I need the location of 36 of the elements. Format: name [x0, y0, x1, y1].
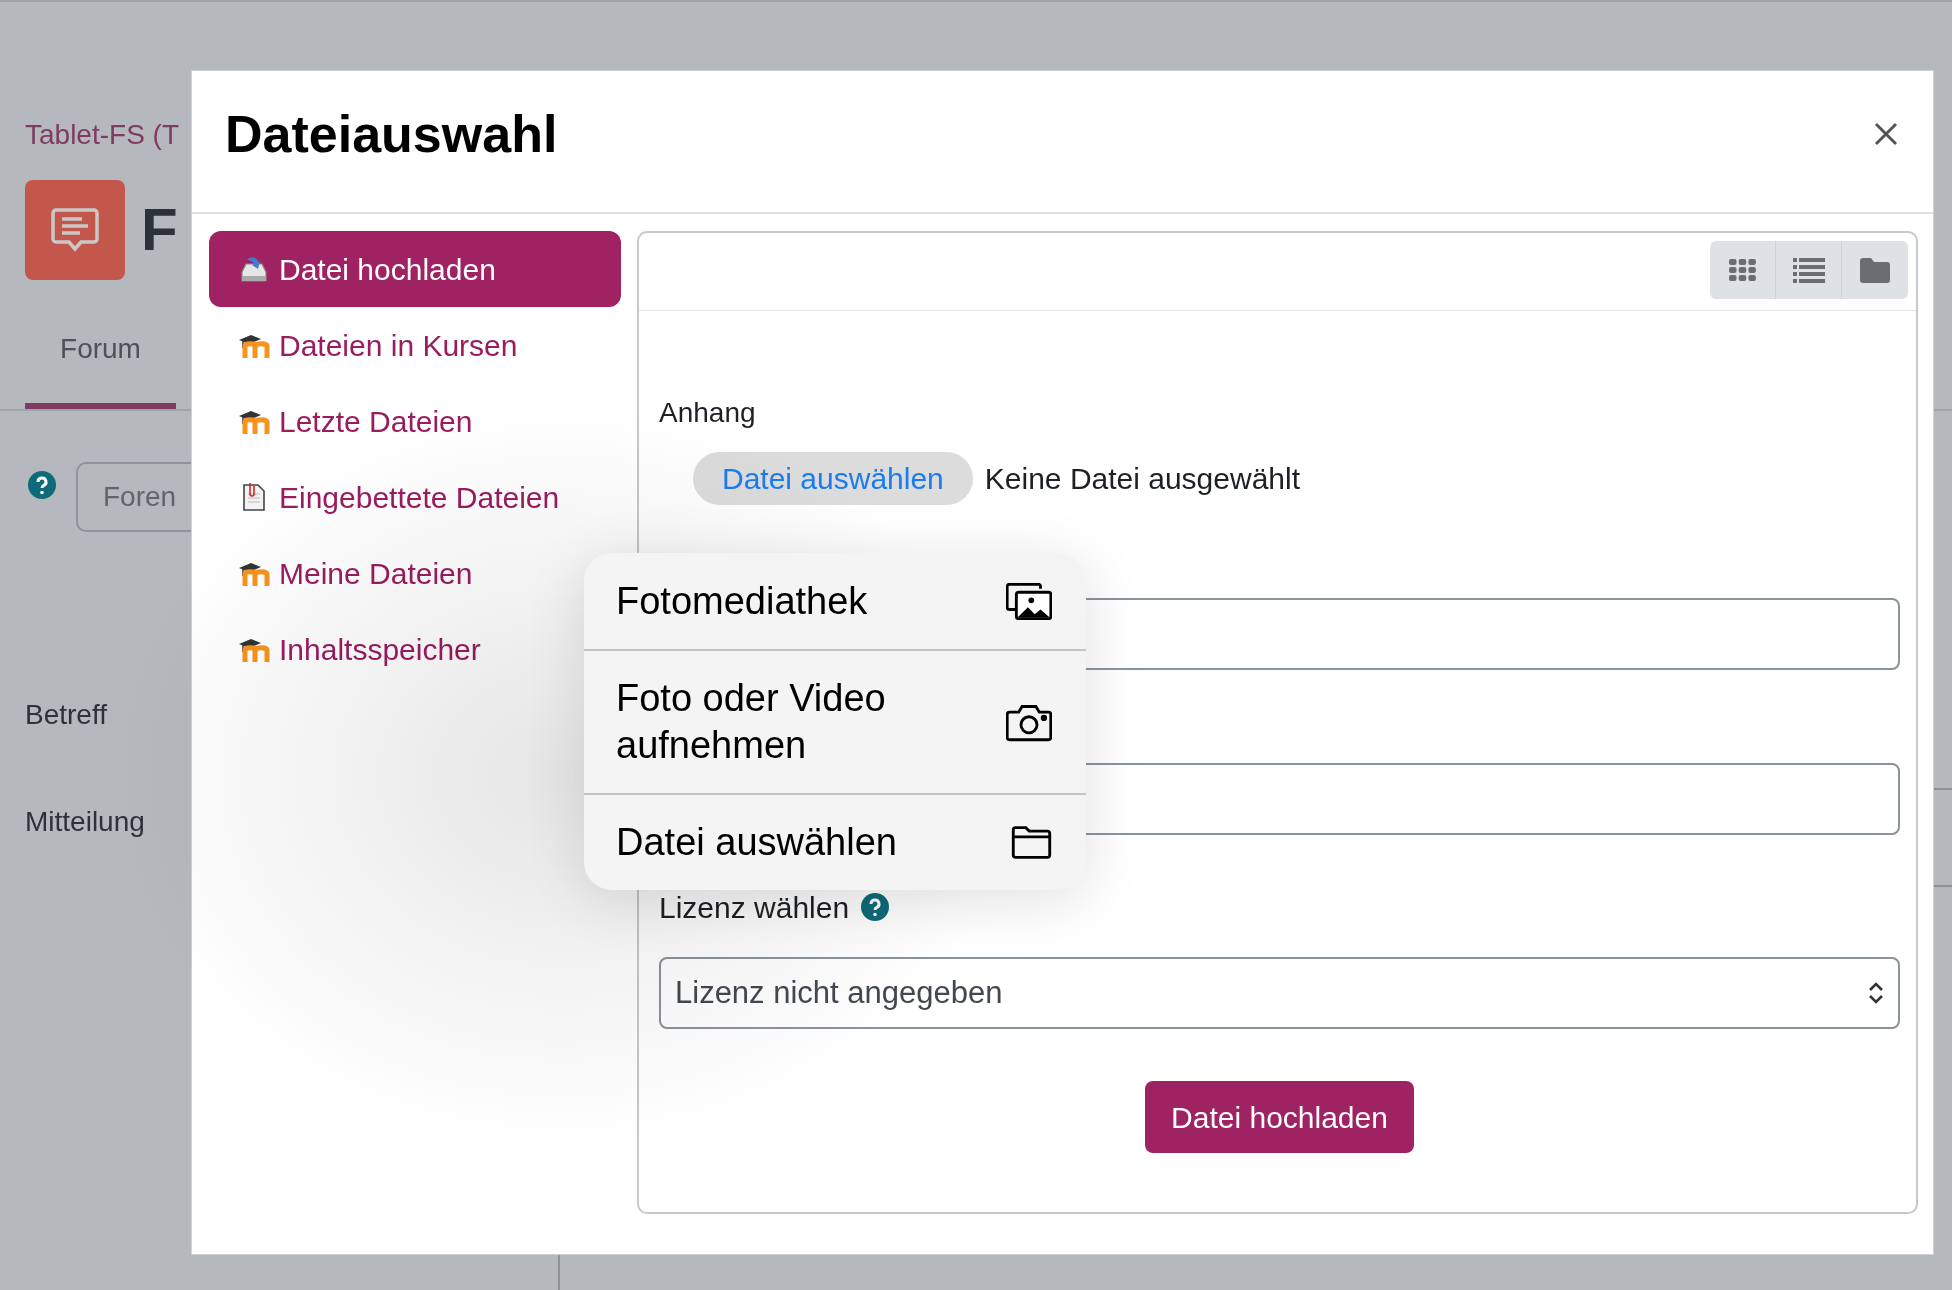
license-label: Lizenz wählen: [659, 889, 850, 926]
dialog-title: Dateiauswahl: [225, 103, 558, 165]
form-label: Betreff: [25, 698, 107, 732]
chevron-updown-icon: [1868, 982, 1884, 1004]
camera-icon: [1006, 702, 1052, 742]
menu-item-label: Datei auswählen: [616, 820, 898, 865]
picker-menu-item[interactable]: Fotomediathek: [584, 553, 1086, 649]
attachment-label: Anhang: [659, 396, 757, 430]
menu-item-label: Foto oder Video aufnehmen: [616, 676, 887, 768]
menu-item-label: Fotomediathek: [616, 578, 869, 624]
license-select[interactable]: Lizenz nicht angegeben: [659, 957, 1900, 1029]
help-icon[interactable]: [861, 893, 890, 921]
help-icon[interactable]: [28, 471, 56, 499]
list-icon: [1792, 257, 1825, 283]
page-heading: F: [141, 195, 178, 265]
file-status-text: Keine Datei ausgewählt: [984, 461, 1301, 497]
graduation-cap-icon: [237, 560, 271, 586]
folder-icon: [1860, 257, 1890, 283]
close-icon[interactable]: [1874, 121, 1898, 146]
select-value: Lizenz nicht angegeben: [675, 973, 1003, 1012]
graduation-cap-icon: [237, 332, 271, 358]
form-label: Mitteilung: [25, 805, 145, 839]
repository-item[interactable]: Letzte Dateien: [209, 383, 621, 459]
document-clip-icon: [241, 482, 267, 512]
graduation-cap-icon: [237, 408, 271, 434]
forum-icon: [25, 180, 125, 280]
folder-icon: [1011, 825, 1052, 860]
upload-tray-icon: [239, 254, 269, 284]
grid-icon: [1729, 259, 1756, 281]
upload-button[interactable]: Datei hochladen: [1145, 1081, 1414, 1153]
photos-icon: [1006, 582, 1052, 620]
picker-menu-item[interactable]: Foto oder Video aufnehmen: [584, 649, 1086, 793]
repository-item[interactable]: Dateien in Kursen: [209, 307, 621, 383]
picker-menu-item[interactable]: Datei auswählen: [584, 793, 1086, 890]
repository-item[interactable]: Datei hochladen: [209, 231, 621, 307]
graduation-cap-icon: [237, 636, 271, 662]
